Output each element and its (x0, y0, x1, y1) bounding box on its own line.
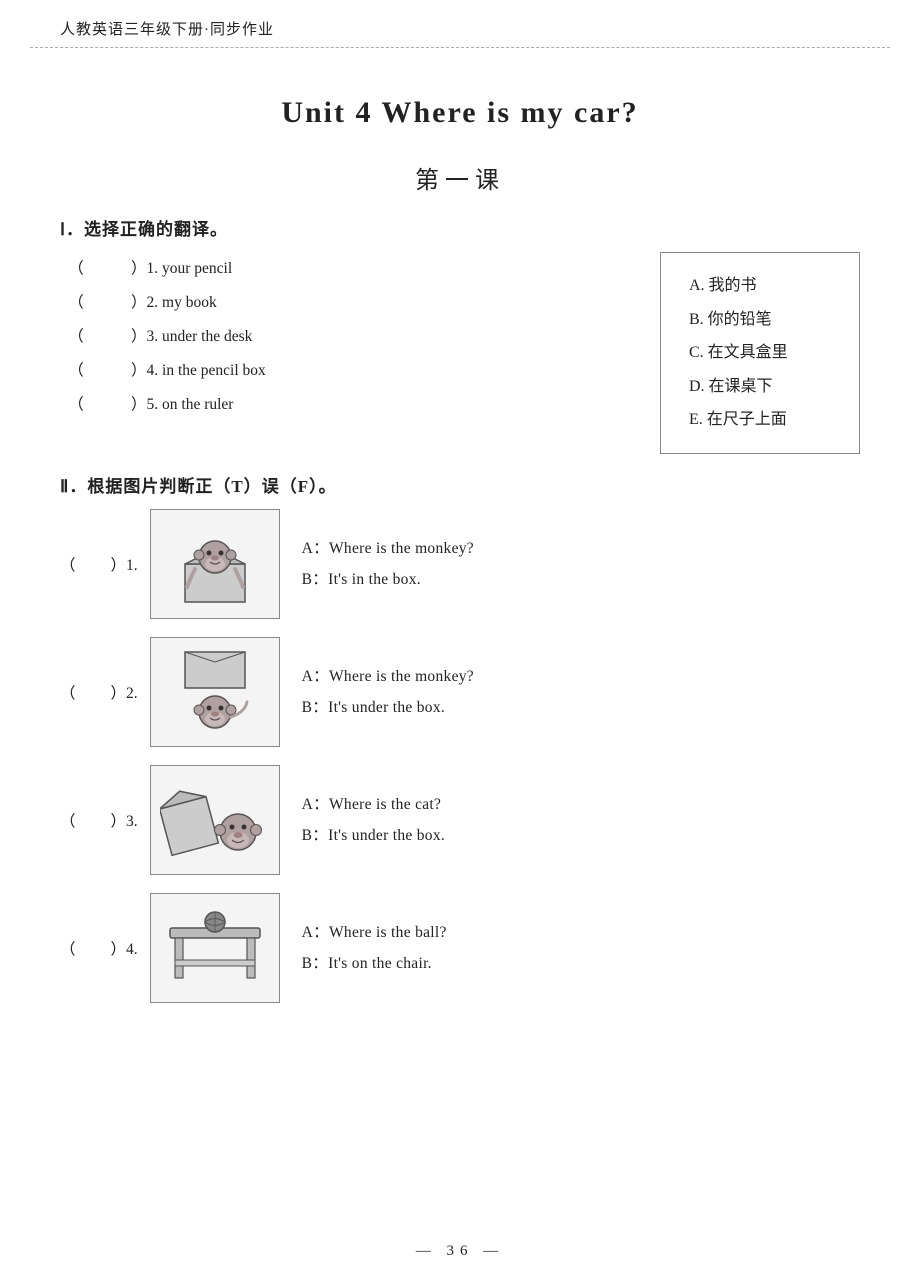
section-II: Ⅱ．根据图片判断正（T）误（F）。 （ ）1. (60, 472, 860, 1003)
section-I: （ ）1. your pencil （ ）2. my book （ ）3. un… (60, 252, 860, 454)
header: 人教英语三年级下册·同步作业 (0, 0, 920, 47)
image-monkey-in-box (150, 509, 280, 619)
list-item: （ ）1. your pencil (60, 252, 640, 286)
section-I-title: Ⅰ．选择正确的翻译。 (60, 215, 860, 240)
monkey-next-box-icon (160, 772, 270, 867)
list-item: （ ）3. A：Where is the cat? B：It' (60, 765, 860, 875)
choices-left: （ ）1. your pencil （ ）2. my book （ ）3. un… (60, 252, 660, 454)
list-item: （ ）1. (60, 509, 860, 619)
image-monkey-under-box (150, 637, 280, 747)
dialogue-4: A：Where is the ball? B：It's on the chair… (302, 917, 447, 979)
list-item: （ ）4. A：Where is the ball? (60, 893, 860, 1003)
list-item: （ ）3. under the desk (60, 320, 640, 354)
dialogue-2: A：Where is the monkey? B：It's under the … (302, 661, 474, 723)
answer-item: C. 在文具盒里 (689, 336, 831, 370)
answer-item: D. 在课桌下 (689, 370, 831, 404)
header-text: 人教英语三年级下册·同步作业 (60, 22, 274, 38)
section-II-title: Ⅱ．根据图片判断正（T）误（F）。 (60, 472, 860, 497)
answer-item: A. 我的书 (689, 269, 831, 303)
image-desk-ball (150, 893, 280, 1003)
answer-item: B. 你的铅笔 (689, 303, 831, 337)
monkey-in-box-icon (165, 519, 265, 609)
main-title: Unit 4 Where is my car? (0, 96, 920, 130)
choices-right: A. 我的书 B. 你的铅笔 C. 在文具盒里 D. 在课桌下 E. 在尺子上面 (660, 252, 860, 454)
image-monkey-next-box (150, 765, 280, 875)
list-item: （ ）2. my book (60, 286, 640, 320)
monkey-under-box-icon (165, 647, 265, 737)
header-divider (30, 47, 890, 48)
list-item: （ ）4. in the pencil box (60, 354, 640, 388)
list-item: （ ）2. A：Wh (60, 637, 860, 747)
dialogue-3: A：Where is the cat? B：It's under the box… (302, 789, 445, 851)
page-number: — 36 — (0, 1243, 920, 1260)
lesson-title: 第一课 (0, 160, 920, 195)
dialogue-1: A：Where is the monkey? B：It's in the box… (302, 533, 474, 595)
desk-with-ball-icon (160, 900, 270, 995)
list-item: （ ）5. on the ruler (60, 388, 640, 422)
answer-item: E. 在尺子上面 (689, 403, 831, 437)
